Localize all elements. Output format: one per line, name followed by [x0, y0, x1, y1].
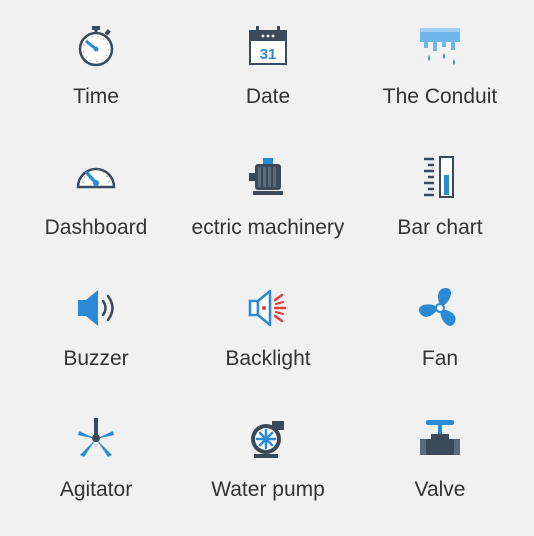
calendar-day-text: 31	[260, 46, 277, 63]
stopwatch-icon	[72, 22, 120, 70]
gauge-icon	[72, 153, 120, 201]
widget-label: Date	[245, 85, 291, 108]
widget-fan[interactable]: Fan	[354, 274, 526, 405]
widget-valve[interactable]: Valve	[354, 405, 526, 536]
widget-palette: Time 31 Date The Conduit Dashboard ectri…	[0, 0, 534, 519]
agitator-icon	[72, 415, 120, 463]
widget-label: Valve	[414, 478, 466, 501]
calendar-icon: 31	[244, 22, 292, 70]
widget-label: ectric machinery	[191, 216, 345, 239]
widget-grid: Time 31 Date The Conduit Dashboard ectri…	[10, 12, 526, 512]
motor-icon	[244, 153, 292, 201]
widget-date[interactable]: 31 Date	[182, 12, 354, 143]
widget-label: Backlight	[225, 347, 311, 370]
widget-label: Buzzer	[63, 347, 129, 370]
widget-label: Water pump	[211, 478, 325, 501]
widget-water-pump[interactable]: Water pump	[182, 405, 354, 536]
conduit-icon	[416, 22, 464, 70]
widget-conduit[interactable]: The Conduit	[354, 12, 526, 143]
backlight-icon	[244, 284, 292, 332]
widget-label: The Conduit	[382, 85, 498, 108]
bar-chart-icon	[416, 153, 464, 201]
widget-backlight[interactable]: Backlight	[182, 274, 354, 405]
widget-time[interactable]: Time	[10, 12, 182, 143]
widget-label: Bar chart	[397, 216, 483, 239]
widget-label: Agitator	[59, 478, 133, 501]
widget-label: Time	[73, 85, 119, 108]
widget-label: Dashboard	[44, 216, 148, 239]
widget-dashboard[interactable]: Dashboard	[10, 143, 182, 274]
speaker-icon	[72, 284, 120, 332]
widget-agitator[interactable]: Agitator	[10, 405, 182, 536]
water-pump-icon	[244, 415, 292, 463]
widget-electric-machinery[interactable]: ectric machinery	[182, 143, 354, 274]
widget-buzzer[interactable]: Buzzer	[10, 274, 182, 405]
valve-icon	[416, 415, 464, 463]
widget-label: Fan	[421, 347, 459, 370]
widget-bar-chart[interactable]: Bar chart	[354, 143, 526, 274]
fan-icon	[416, 284, 464, 332]
